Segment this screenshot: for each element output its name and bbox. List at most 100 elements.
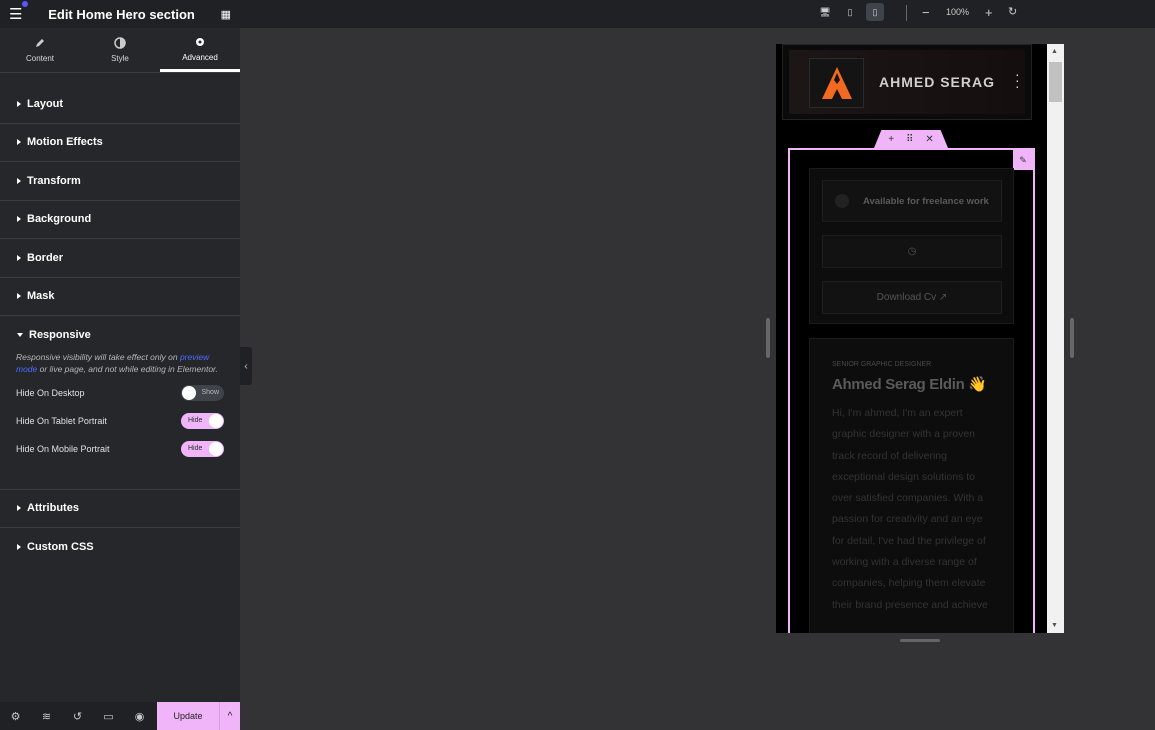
toggle-state: Hide [188, 417, 203, 424]
tab-advanced[interactable]: Advanced [160, 28, 240, 72]
toggle-label: Hide On Desktop [16, 387, 85, 398]
collapse-panel-button[interactable]: ‹ [240, 347, 252, 385]
note-text: or live page, and not while editing in E… [37, 363, 218, 374]
download-cv-button[interactable]: Download Cv ↗ [822, 281, 1002, 314]
tab-style[interactable]: Style [80, 28, 160, 72]
section-label: Responsive [29, 329, 91, 342]
resize-handle-left[interactable] [766, 318, 770, 358]
tablet-device-icon[interactable]: ▯ [841, 3, 859, 21]
save-options-chevron-icon[interactable]: ^ [219, 702, 240, 730]
status-dot-icon [835, 194, 849, 208]
caret-right-icon [17, 100, 21, 107]
preview-frame: AHMED SERAG · · · + ⠿ ✕ ✎ Available for free… [776, 44, 1064, 633]
history-icon[interactable]: ↺ [62, 710, 93, 723]
navigator-layers-icon[interactable]: ≋ [31, 710, 62, 723]
caret-right-icon [17, 139, 21, 146]
divider [906, 5, 907, 21]
freelance-badge: Available for freelance work [822, 180, 1002, 222]
tab-content[interactable]: Content [0, 28, 80, 72]
zoom-level: 100% [946, 7, 970, 17]
hide-tablet-toggle[interactable]: Hide [181, 412, 224, 429]
section-label: Custom CSS [27, 541, 94, 554]
section-responsive[interactable]: Responsive [0, 316, 240, 355]
clock-icon: ◷ [907, 246, 917, 257]
tab-label: Style [111, 54, 129, 63]
section-motion-effects[interactable]: Motion Effects [0, 124, 240, 162]
pencil-icon [36, 39, 44, 47]
section-mask[interactable]: Mask [0, 278, 240, 316]
contrast-icon [114, 37, 126, 49]
section-custom-css[interactable]: Custom CSS [0, 528, 240, 567]
site-logo[interactable] [809, 58, 864, 108]
clock-button[interactable]: ◷ [822, 235, 1002, 268]
menu-icon[interactable]: ☰ [9, 5, 22, 23]
close-icon[interactable]: ✕ [925, 134, 933, 145]
toggle-state: Show [201, 389, 219, 396]
toggle-label: Hide On Tablet Portrait [16, 415, 107, 426]
cta-card: Available for freelance work ◷ Download … [809, 168, 1014, 324]
drag-icon[interactable]: ⠿ [906, 134, 913, 145]
top-bar: 🖥︎ ▯ ▯ − 100% + ↻ [240, 0, 1155, 28]
section-label: Border [27, 251, 64, 264]
caret-right-icon [17, 177, 21, 184]
caret-right-icon [17, 544, 21, 551]
resize-handle-right[interactable] [1070, 318, 1074, 358]
caret-right-icon [17, 216, 21, 223]
section-label: Background [27, 213, 92, 226]
about-card: SENIOR GRAPHIC DESIGNER Ahmed Serag Eldi… [809, 338, 1014, 633]
toggle-state: Hide [188, 445, 203, 452]
panel-title: Edit Home Hero section [48, 6, 195, 22]
section-layout[interactable]: Layout [0, 85, 240, 124]
person-name: Ahmed Serag Eldin 👋 [832, 376, 987, 393]
note-text: Responsive visibility will take effect o… [16, 351, 180, 362]
section-background[interactable]: Background [0, 201, 240, 239]
section-attributes[interactable]: Attributes [0, 490, 240, 528]
section-handle[interactable]: + ⠿ ✕ [874, 130, 948, 148]
caret-down-icon [17, 333, 23, 338]
preview-eye-icon[interactable]: ◉ [124, 710, 155, 723]
caret-right-icon [17, 293, 21, 300]
section-label: Motion Effects [27, 136, 103, 149]
notification-dot [22, 1, 28, 7]
caret-right-icon [17, 505, 21, 512]
hide-desktop-toggle[interactable]: Show [181, 384, 224, 401]
mobile-device-icon[interactable]: ▯ [866, 3, 884, 21]
bio-text: Hi, I'm ahmed, I'm an expert graphic des… [832, 407, 988, 611]
zoom-out-icon[interactable]: − [922, 5, 930, 20]
resize-handle-bottom[interactable] [900, 639, 940, 642]
role-label: SENIOR GRAPHIC DESIGNER [832, 361, 932, 368]
menu-kebab-icon[interactable]: · · · [1015, 67, 1020, 93]
settings-icon[interactable]: ⚙ [0, 710, 31, 723]
tab-label: Content [25, 54, 55, 63]
update-button[interactable]: Update [157, 702, 219, 730]
reset-zoom-icon[interactable]: ↻ [1008, 5, 1017, 18]
add-icon[interactable]: + [888, 134, 894, 145]
section-transform[interactable]: Transform [0, 162, 240, 201]
hide-tablet-row: Hide On Tablet Portrait Hide [0, 407, 240, 435]
section-label: Layout [27, 97, 64, 110]
toggle-label: Hide On Mobile Portrait [16, 443, 110, 454]
edit-pencil-icon[interactable]: ✎ [1013, 150, 1033, 170]
selected-section[interactable]: ✎ Available for freelance work ◷ Downloa… [788, 148, 1035, 633]
desktop-device-icon[interactable]: 🖥︎ [816, 3, 834, 21]
caret-right-icon [17, 254, 21, 261]
hide-mobile-row: Hide On Mobile Portrait Hide [0, 435, 240, 463]
hide-mobile-toggle[interactable]: Hide [181, 440, 224, 457]
site-brand: AHMED SERAG [879, 74, 996, 90]
gear-icon [196, 37, 204, 46]
editor-panel: ☰ Edit Home Hero section ▦ Content Style… [0, 0, 240, 730]
panel-header: ☰ Edit Home Hero section ▦ [0, 0, 240, 28]
preview-scrollbar[interactable]: ▲ ▼ [1047, 44, 1064, 633]
tab-label: Advanced [182, 52, 218, 62]
section-label: Transform [27, 174, 81, 187]
site-header: AHMED SERAG · · · [782, 44, 1032, 120]
section-border[interactable]: Border [0, 239, 240, 278]
hide-desktop-row: Hide On Desktop Show [0, 379, 240, 407]
responsive-mode-icon[interactable]: ▭ [93, 710, 124, 723]
widgets-grid-icon[interactable]: ▦ [221, 8, 231, 21]
section-label: Mask [27, 290, 55, 303]
freelance-text: Available for freelance work [863, 195, 989, 207]
zoom-in-icon[interactable]: + [985, 5, 993, 20]
panel-footer: ⚙ ≋ ↺ ▭ ◉ Update ^ [0, 702, 240, 730]
responsive-note: Responsive visibility will take effect o… [0, 351, 240, 375]
